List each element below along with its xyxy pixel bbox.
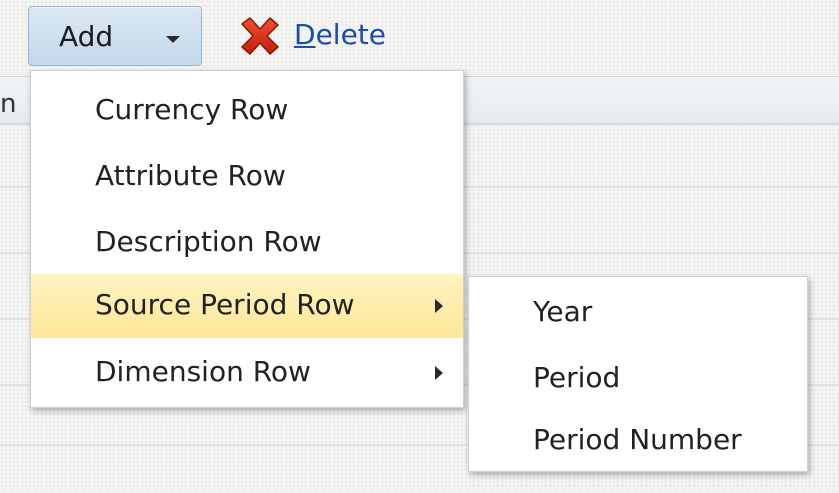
source-period-submenu: Year Period Period Number [468, 276, 808, 472]
submenu-item-label: Year [533, 295, 593, 328]
delete-label-rest: elete [315, 18, 386, 51]
menu-item-dimension-row[interactable]: Dimension Row [31, 341, 463, 405]
submenu-item-year[interactable]: Year [469, 279, 807, 343]
menu-item-description-row[interactable]: Description Row [31, 211, 463, 275]
add-button-label: Add [59, 20, 114, 53]
add-button[interactable]: Add [28, 6, 202, 66]
delete-label: Delete [294, 18, 386, 52]
menu-item-label: Attribute Row [95, 159, 286, 192]
submenu-item-period-number[interactable]: Period Number [469, 407, 807, 471]
submenu-item-period[interactable]: Period [469, 345, 807, 409]
delete-mnemonic: D [294, 18, 316, 51]
menu-item-attribute-row[interactable]: Attribute Row [31, 145, 463, 209]
chevron-right-icon [435, 299, 443, 313]
column-header-fragment: n [0, 89, 17, 119]
submenu-item-label: Period [533, 361, 621, 394]
toolbar: Add Delete [0, 0, 839, 76]
menu-item-label: Source Period Row [95, 288, 355, 321]
chevron-right-icon [435, 366, 443, 380]
chevron-down-icon[interactable] [166, 36, 180, 43]
menu-item-source-period-row[interactable]: Source Period Row [31, 274, 463, 338]
menu-item-label: Currency Row [95, 93, 289, 126]
menu-item-label: Dimension Row [95, 355, 311, 388]
menu-item-label: Description Row [95, 225, 322, 258]
red-x-icon [241, 17, 279, 55]
add-dropdown-menu: Currency Row Attribute Row Description R… [30, 70, 464, 408]
submenu-item-label: Period Number [533, 423, 742, 456]
menu-item-currency-row[interactable]: Currency Row [31, 79, 463, 143]
